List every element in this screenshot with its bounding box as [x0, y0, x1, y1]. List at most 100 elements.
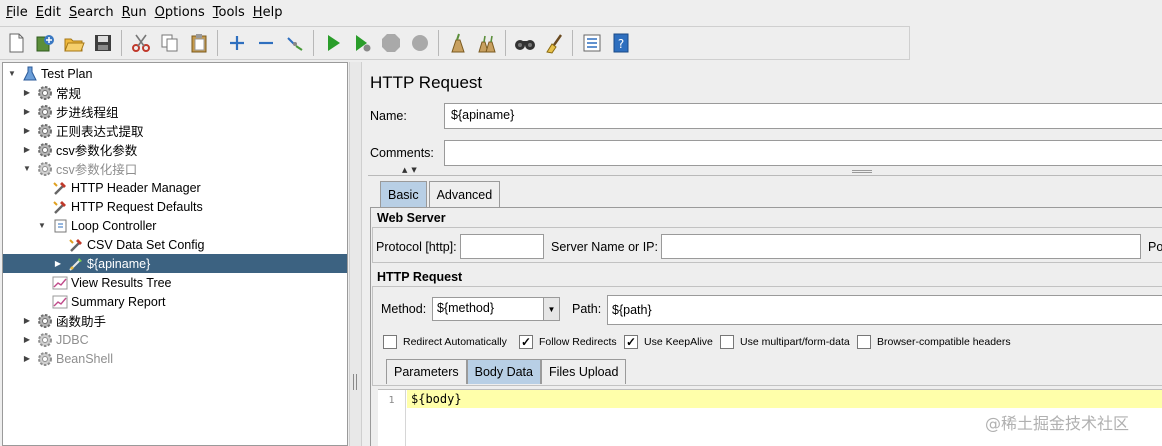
follow-redirects-checkbox[interactable]: ✓ Follow Redirects [519, 335, 617, 349]
help-icon[interactable]: ? [608, 31, 633, 56]
divider-grip[interactable] [852, 170, 872, 173]
paste-icon[interactable] [186, 31, 211, 56]
tree-node-thread-group[interactable]: ▶ JDBC [3, 330, 347, 349]
chevron-down-icon[interactable]: ▼ [543, 298, 559, 320]
menu-bar: File Edit Search Run Options Tools Help [0, 0, 1162, 24]
method-select[interactable]: ${method} ▼ [432, 297, 560, 321]
start-icon[interactable] [320, 31, 345, 56]
menu-tools[interactable]: Tools [213, 5, 245, 20]
collapsed-toggle-icon[interactable]: ▶ [22, 145, 32, 155]
menu-help[interactable]: Help [253, 5, 283, 20]
expanded-toggle-icon[interactable]: ▼ [37, 221, 47, 231]
menu-options[interactable]: Options [155, 5, 205, 20]
checkbox-box[interactable] [720, 335, 734, 349]
menu-file[interactable]: File [6, 5, 28, 20]
flask-icon [21, 65, 38, 82]
tree-node-config[interactable]: HTTP Header Manager [3, 178, 347, 197]
tree-node-thread-group[interactable]: ▶ 常规 [3, 83, 347, 102]
tab-basic[interactable]: Basic [380, 181, 427, 207]
name-label: Name: [370, 109, 407, 123]
start-no-pause-icon[interactable] [349, 31, 374, 56]
collapsed-toggle-icon[interactable]: ▶ [22, 126, 32, 136]
gear-icon [36, 103, 53, 120]
gear-icon [36, 331, 53, 348]
tab-advanced[interactable]: Advanced [428, 181, 501, 207]
protocol-field[interactable] [460, 234, 544, 259]
new-icon[interactable] [3, 31, 28, 56]
menu-search[interactable]: Search [69, 5, 114, 20]
reset-search-icon[interactable] [541, 31, 566, 56]
use-keepalive-checkbox[interactable]: ✓ Use KeepAlive [624, 335, 713, 349]
comments-label: Comments: [370, 146, 434, 160]
tab-parameters[interactable]: Parameters [386, 359, 467, 384]
open-icon[interactable] [61, 31, 86, 56]
tree-node-thread-group[interactable]: ▶ BeanShell [3, 349, 347, 368]
divider-arrows-icon[interactable]: ▲▼ [402, 166, 421, 174]
collapsed-toggle-icon[interactable]: ▶ [22, 316, 32, 326]
cut-icon[interactable] [128, 31, 153, 56]
copy-icon[interactable] [157, 31, 182, 56]
tree-node-config[interactable]: CSV Data Set Config [3, 235, 347, 254]
main-tabs: Basic Advanced [380, 181, 502, 207]
server-label: Server Name or IP: [551, 240, 658, 254]
browser-compatible-headers-checkbox[interactable]: Browser-compatible headers [857, 335, 1011, 349]
function-helper-icon[interactable] [579, 31, 604, 56]
svg-text:?: ? [617, 37, 623, 51]
redirect-automatically-checkbox[interactable]: Redirect Automatically [383, 335, 507, 349]
clear-all-icon[interactable] [474, 31, 499, 56]
checkmark-icon[interactable]: ✓ [624, 335, 638, 349]
menu-edit[interactable]: Edit [36, 5, 61, 20]
clear-icon[interactable] [445, 31, 470, 56]
port-label: Po [1148, 240, 1162, 254]
splitter-grip[interactable] [353, 374, 357, 390]
expanded-toggle-icon[interactable]: ▼ [22, 164, 32, 174]
toolbar-separator [572, 30, 573, 56]
checkmark-icon[interactable]: ✓ [519, 335, 533, 349]
search-icon[interactable] [512, 31, 537, 56]
code-line[interactable]: ${body} [407, 390, 1162, 408]
templates-icon[interactable] [32, 31, 57, 56]
toggle-icon[interactable] [282, 31, 307, 56]
collapsed-toggle-icon[interactable]: ▶ [22, 88, 32, 98]
tree-node-thread-group[interactable]: ▶ 步进线程组 [3, 102, 347, 121]
stop-icon[interactable] [378, 31, 403, 56]
wrench-icon [51, 179, 68, 196]
shutdown-icon[interactable] [407, 31, 432, 56]
toolbar-separator [313, 30, 314, 56]
gear-icon [36, 312, 53, 329]
checkbox-box[interactable] [383, 335, 397, 349]
expanded-toggle-icon[interactable]: ▼ [7, 69, 17, 79]
collapsed-toggle-icon[interactable]: ▶ [22, 354, 32, 364]
tree-node-thread-group[interactable]: ▶ 正则表达式提取 [3, 121, 347, 140]
section-divider[interactable] [368, 168, 1162, 176]
checkbox-box[interactable] [857, 335, 871, 349]
wrench-icon [51, 198, 68, 215]
expand-icon[interactable] [224, 31, 249, 56]
tree-node-loop-controller[interactable]: ▼ Loop Controller [3, 216, 347, 235]
tree-node-thread-group[interactable]: ▶ csv参数化参数 [3, 140, 347, 159]
server-field[interactable] [661, 234, 1141, 259]
tree-node-listener[interactable]: View Results Tree [3, 273, 347, 292]
tab-files-upload[interactable]: Files Upload [540, 359, 627, 384]
menu-run[interactable]: Run [122, 5, 147, 20]
tree-node-listener[interactable]: Summary Report [3, 292, 347, 311]
comments-field[interactable] [444, 140, 1162, 166]
toolbar-separator [217, 30, 218, 56]
path-field[interactable]: ${path} [607, 295, 1162, 325]
tree-node-thread-group[interactable]: ▶ 函数助手 [3, 311, 347, 330]
tree-node-config[interactable]: HTTP Request Defaults [3, 197, 347, 216]
gear-icon [36, 84, 53, 101]
gear-icon [36, 160, 53, 177]
collapsed-toggle-icon[interactable]: ▶ [22, 335, 32, 345]
tree-node-thread-group[interactable]: ▼ csv参数化接口 [3, 159, 347, 178]
collapse-icon[interactable] [253, 31, 278, 56]
tree-node-test-plan[interactable]: ▼ Test Plan [3, 64, 347, 83]
web-server-title: Web Server [377, 211, 446, 225]
tab-body-data[interactable]: Body Data [466, 359, 541, 384]
use-multipart-checkbox[interactable]: Use multipart/form-data [720, 335, 850, 349]
name-field[interactable]: ${apiname} [444, 103, 1162, 129]
save-icon[interactable] [90, 31, 115, 56]
tree-node-http-sampler[interactable]: ▶ ${apiname} [3, 254, 347, 273]
collapsed-toggle-icon[interactable]: ▶ [53, 259, 63, 269]
collapsed-toggle-icon[interactable]: ▶ [22, 107, 32, 117]
